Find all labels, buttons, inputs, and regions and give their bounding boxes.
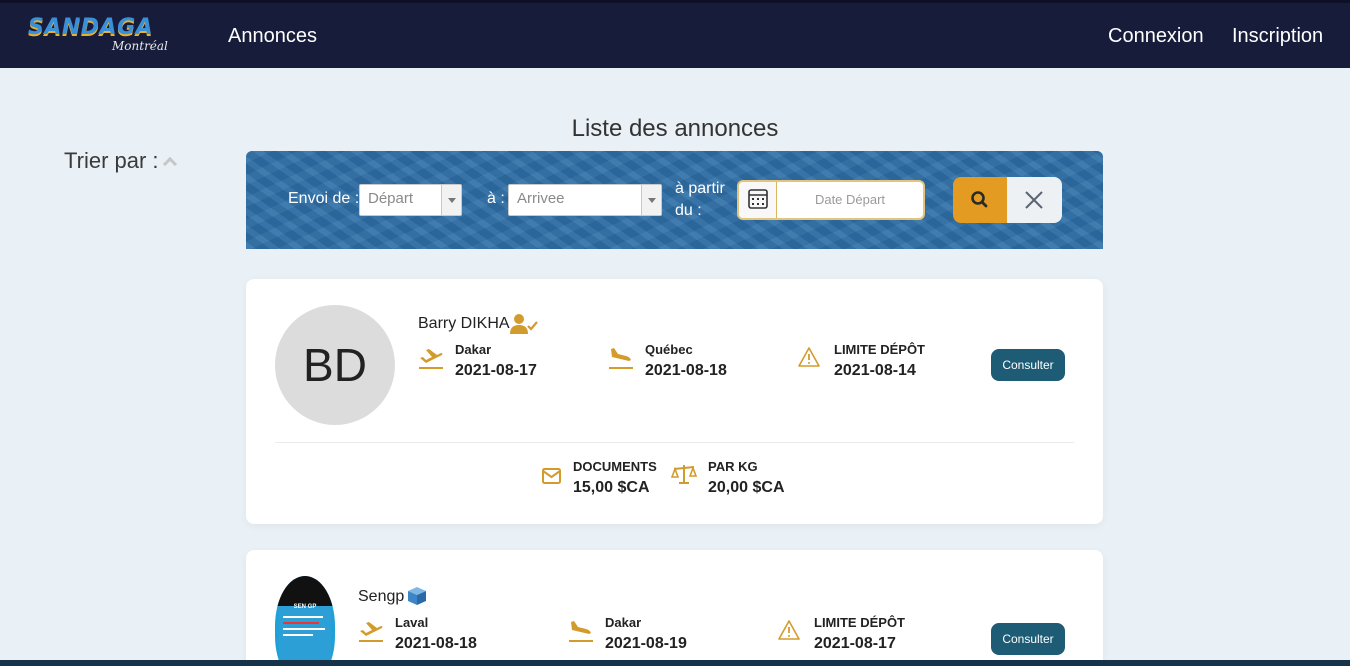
nav-annonces-link[interactable]: Annonces: [228, 25, 317, 48]
arrival-city: Québec: [645, 342, 693, 357]
footer-edge: [0, 660, 1350, 666]
listing-card: SEN GP Sengp Laval 2021-08-18 Dakar 2021…: [246, 550, 1103, 666]
perkg-label: PAR KG: [708, 459, 758, 474]
sandaga-logo[interactable]: SANDAGA Montréal: [28, 15, 188, 55]
logo-text: SANDAGA: [28, 15, 154, 40]
departure-city: Laval: [395, 615, 429, 630]
plane-landing-icon: [569, 621, 593, 642]
departure-date-field[interactable]: Date Départ: [737, 180, 925, 220]
from-date-label-line1: à partir: [675, 180, 725, 197]
avatar: SEN GP: [275, 576, 335, 666]
departure-select-value: Départ: [368, 190, 414, 207]
arrival-date: 2021-08-19: [605, 635, 687, 652]
arrival-select[interactable]: Arrivee: [508, 184, 662, 216]
deposit-limit-label: LIMITE DÉPÔT: [834, 342, 925, 357]
perkg-price: 20,00 $CA: [708, 479, 785, 496]
sort-toggle[interactable]: Trier par :: [64, 148, 177, 174]
from-date-label-line2: du :: [675, 202, 702, 219]
date-placeholder: Date Départ: [814, 192, 886, 207]
close-icon: [1025, 191, 1043, 209]
listing-user-name[interactable]: Sengp: [358, 588, 404, 606]
sort-label: Trier par :: [64, 148, 159, 173]
plane-takeoff-icon: [419, 349, 443, 369]
search-button[interactable]: [953, 177, 1007, 223]
plane-landing-icon: [609, 348, 633, 369]
departure-date: 2021-08-18: [395, 635, 477, 652]
balance-scale-icon: [671, 465, 697, 484]
nav-inscription-link[interactable]: Inscription: [1232, 25, 1323, 48]
page-title: Liste des annonces: [571, 115, 779, 142]
listing-card: BD Barry DIKHA Dakar 2021-08-17 Québec 2…: [246, 279, 1103, 524]
deposit-limit-date: 2021-08-17: [814, 635, 896, 652]
from-date-label: à partir du :: [675, 178, 725, 222]
warning-icon: [778, 620, 800, 640]
verified-user-icon: [510, 314, 538, 334]
logo-subtext: Montréal: [112, 39, 168, 53]
search-icon: [971, 191, 988, 208]
deposit-limit-date: 2021-08-14: [834, 362, 916, 379]
nav-connexion-link[interactable]: Connexion: [1108, 25, 1204, 48]
clear-filters-button[interactable]: [1007, 177, 1062, 223]
arrival-select-value: Arrivee: [517, 190, 565, 207]
consult-button[interactable]: Consulter: [991, 623, 1065, 655]
documents-price: 15,00 $CA: [573, 479, 650, 496]
departure-select[interactable]: Départ: [359, 184, 462, 216]
chevron-up-icon: [162, 156, 177, 172]
calendar-icon[interactable]: [739, 182, 777, 218]
warning-icon: [798, 347, 820, 367]
consult-button[interactable]: Consulter: [991, 349, 1065, 381]
documents-label: DOCUMENTS: [573, 459, 657, 474]
arrival-label: à :: [487, 190, 505, 207]
search-filter-bar: Envoi de : Départ à : Arrivee à partir d…: [246, 151, 1103, 249]
deposit-limit-label: LIMITE DÉPÔT: [814, 615, 905, 630]
departure-date: 2021-08-17: [455, 362, 537, 379]
arrival-city: Dakar: [605, 615, 642, 630]
dropdown-arrow-icon: [441, 185, 461, 215]
top-navbar: SANDAGA Montréal Annonces Connexion Insc…: [0, 0, 1350, 68]
departure-city: Dakar: [455, 342, 492, 357]
arrival-date: 2021-08-18: [645, 362, 727, 379]
avatar: BD: [275, 305, 395, 425]
package-icon: [408, 587, 426, 605]
plane-takeoff-icon: [359, 622, 383, 642]
card-divider: [275, 442, 1074, 443]
avatar-flyer-text: SEN GP: [293, 604, 317, 610]
envelope-icon: [542, 468, 561, 484]
listing-user-name[interactable]: Barry DIKHA: [418, 315, 510, 333]
envoi-label: Envoi de :: [288, 190, 360, 207]
dropdown-arrow-icon: [641, 185, 661, 215]
